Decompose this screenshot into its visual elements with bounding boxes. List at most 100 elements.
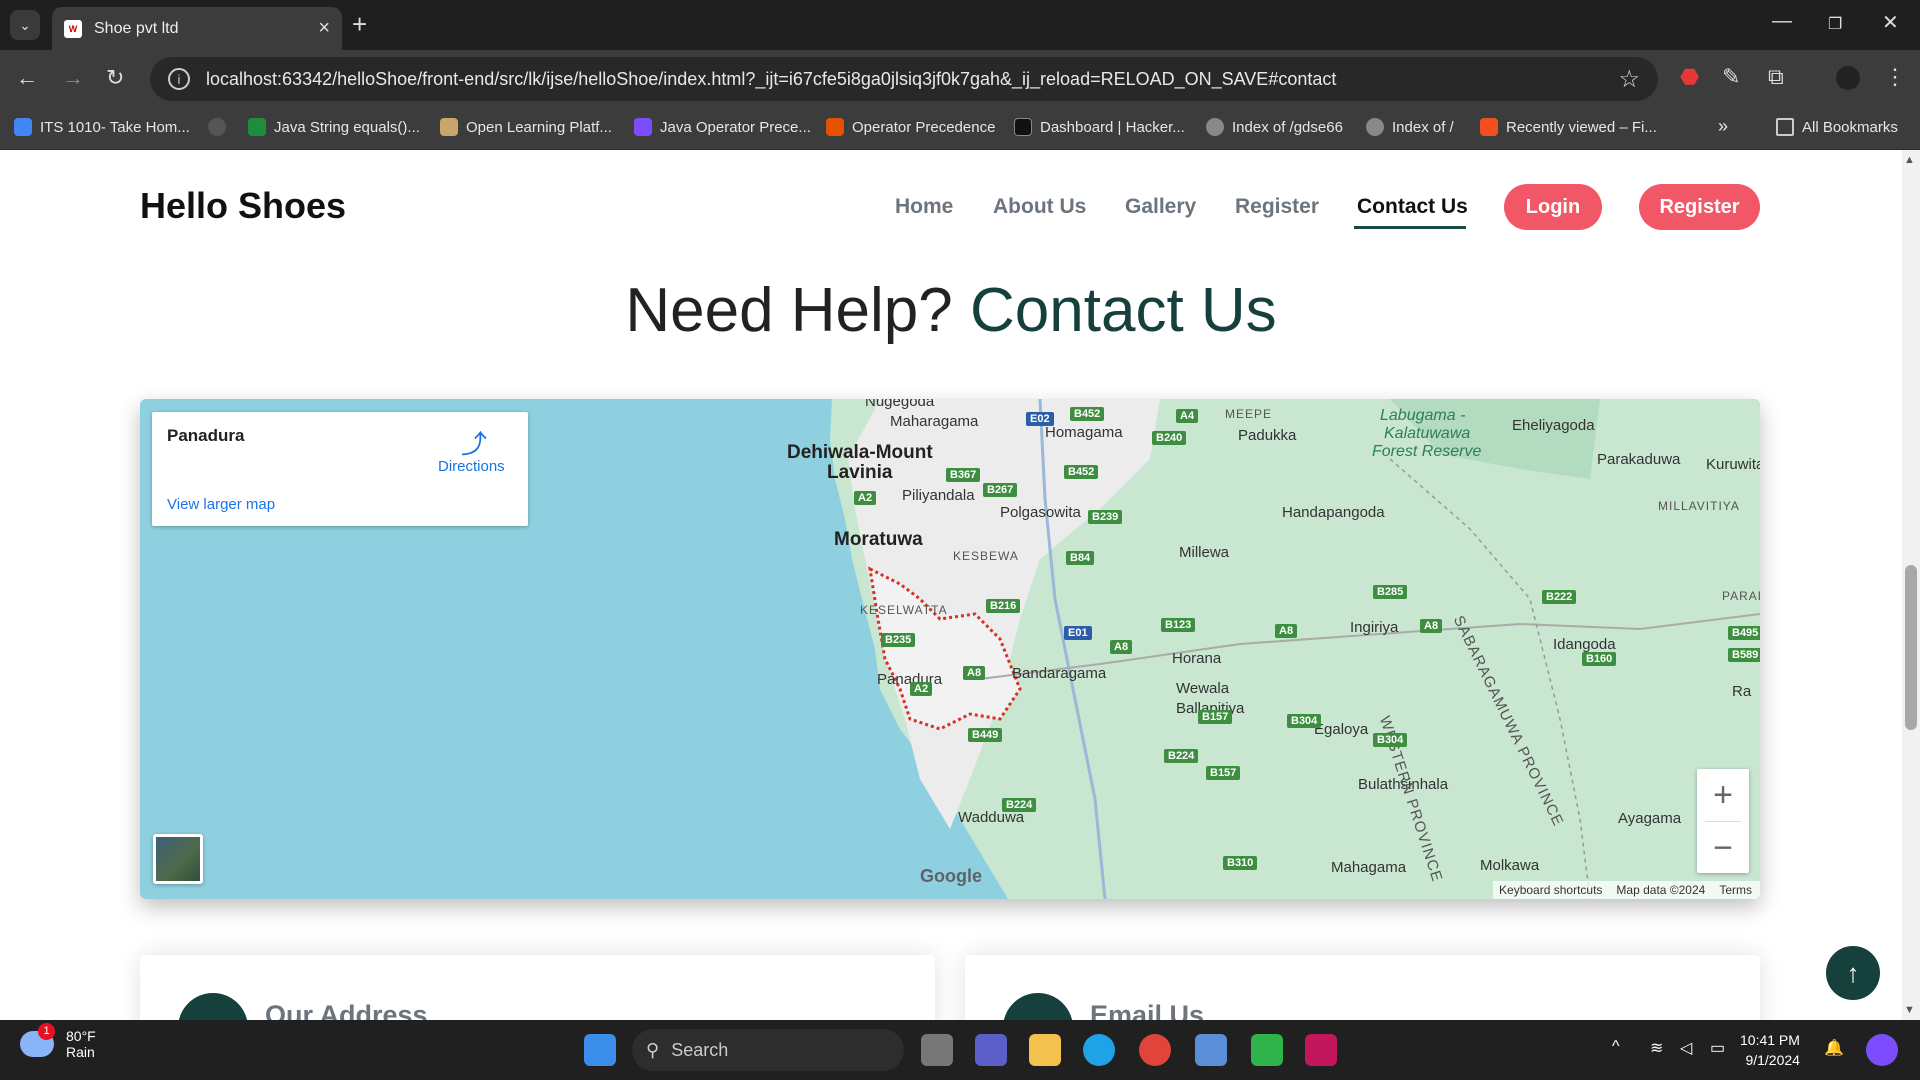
volume-icon[interactable]: ◁	[1680, 1038, 1712, 1070]
nav-register[interactable]: Register	[1235, 195, 1319, 219]
map-label: Handapangoda	[1282, 504, 1385, 521]
app-grid-icon[interactable]	[1251, 1034, 1283, 1066]
tab-search-button[interactable]: ⌄	[10, 10, 40, 40]
heading-accent: Contact Us	[970, 276, 1277, 345]
weather-temp: 80°F	[66, 1028, 96, 1044]
clock-date: 9/1/2024	[1745, 1052, 1800, 1068]
extension-icon[interactable]: ⬣	[1680, 64, 1699, 90]
nav-gallery[interactable]: Gallery	[1125, 195, 1196, 219]
zoom-out-button[interactable]: −	[1697, 822, 1749, 874]
minimize-icon[interactable]: —	[1772, 10, 1792, 33]
taskbar-search-label: Search	[671, 1039, 729, 1060]
eyedropper-icon[interactable]: ✎	[1722, 64, 1740, 90]
back-to-top-button[interactable]: ↑	[1826, 946, 1880, 1000]
address-bar[interactable]: i localhost:63342/helloShoe/front-end/sr…	[150, 57, 1658, 101]
email-card: Email Us	[965, 955, 1760, 1020]
bookmark-item[interactable]: Java Operator Prece...	[634, 118, 811, 136]
file-explorer-icon[interactable]	[1029, 1034, 1061, 1066]
map-place-card: Panadura ⤴ Directions View larger map	[152, 412, 528, 526]
map-zoom-control: + −	[1697, 769, 1749, 873]
menu-kebab-icon[interactable]: ⋮	[1884, 64, 1906, 90]
road-shield: B84	[1066, 551, 1095, 565]
road-shield: B160	[1582, 652, 1617, 666]
scrollbar-thumb[interactable]	[1905, 565, 1917, 730]
road-shield: B240	[1152, 431, 1187, 445]
tab-close-icon[interactable]: ×	[318, 17, 330, 40]
map-label: Ra	[1732, 683, 1752, 700]
view-larger-map-link[interactable]: View larger map	[167, 496, 275, 513]
edge-icon[interactable]	[1083, 1034, 1115, 1066]
bookmark-item[interactable]: Java String equals()...	[248, 118, 420, 136]
satellite-toggle-thumbnail[interactable]	[153, 834, 203, 884]
all-bookmarks-folder[interactable]: All Bookmarks	[1776, 118, 1898, 136]
extensions-puzzle-icon[interactable]: ⧉	[1768, 64, 1784, 90]
google-map-embed[interactable]: Nugegoda Maharagama Homagama MEEPE Paduk…	[140, 399, 1760, 899]
site-brand[interactable]: Hello Shoes	[140, 185, 346, 227]
scroll-down-arrow-icon[interactable]: ▼	[1904, 1004, 1915, 1016]
teams-icon[interactable]	[975, 1034, 1007, 1066]
show-hidden-icons-chevron[interactable]: ^	[1612, 1038, 1644, 1070]
map-label: Eheliyagoda	[1512, 417, 1595, 434]
road-shield: B224	[1164, 749, 1199, 763]
github-bookmark-icon[interactable]	[208, 118, 234, 136]
more-bookmarks-icon[interactable]: »	[1718, 116, 1728, 137]
login-button[interactable]: Login	[1504, 184, 1602, 230]
windows-start-icon[interactable]	[584, 1034, 616, 1066]
road-shield: A8	[1420, 619, 1443, 633]
road-shield: A8	[1110, 640, 1133, 654]
restore-icon[interactable]: ❐	[1828, 14, 1842, 34]
zoom-in-button[interactable]: +	[1697, 769, 1749, 821]
bookmark-item[interactable]: Operator Precedence	[826, 118, 995, 136]
photos-icon[interactable]	[1195, 1034, 1227, 1066]
nav-contact-us[interactable]: Contact Us	[1357, 195, 1468, 219]
profile-avatar[interactable]	[1836, 66, 1860, 90]
directions-icon[interactable]: ⤴	[459, 424, 489, 459]
map-label: KESBEWA	[953, 549, 1019, 563]
copilot-icon[interactable]	[1866, 1034, 1898, 1066]
road-shield: B222	[1542, 590, 1577, 604]
bookmarks-bar: ITS 1010- Take Hom... Java String equals…	[0, 108, 1920, 150]
scroll-up-arrow-icon[interactable]: ▲	[1904, 154, 1915, 166]
bookmark-item[interactable]: Recently viewed – Fi...	[1480, 118, 1657, 136]
map-label: Lavinia	[827, 462, 893, 483]
map-label: Nugegoda	[865, 399, 935, 410]
url-text: localhost:63342/helloShoe/front-end/src/…	[206, 68, 1337, 89]
bookmark-item[interactable]: Dashboard | Hacker...	[1014, 118, 1185, 136]
nav-about-us[interactable]: About Us	[993, 195, 1086, 219]
bookmark-item[interactable]: Index of /gdse66	[1206, 118, 1343, 136]
intellij-icon[interactable]	[1305, 1034, 1337, 1066]
map-label: Mahagama	[1331, 859, 1407, 876]
map-label: Parakaduwa	[1597, 451, 1681, 468]
directions-link[interactable]: Directions	[438, 458, 505, 475]
system-clock[interactable]: 10:41 PM 9/1/2024	[1740, 1030, 1800, 1070]
weather-widget[interactable]: 1 80°F Rain	[20, 1023, 96, 1060]
road-shield: B310	[1223, 856, 1258, 870]
map-label: Moratuwa	[834, 529, 923, 550]
wifi-icon[interactable]: ≋	[1650, 1038, 1682, 1070]
register-button[interactable]: Register	[1639, 184, 1760, 230]
bookmark-item[interactable]: Open Learning Platf...	[440, 118, 612, 136]
taskbar-search[interactable]: ⚲ Search	[632, 1029, 904, 1071]
bookmark-item[interactable]: Index of /	[1366, 118, 1454, 136]
reload-icon[interactable]: ↻	[106, 64, 124, 92]
map-label: Wewala	[1176, 680, 1230, 697]
road-shield: B157	[1206, 766, 1241, 780]
terms-link[interactable]: Terms	[1719, 883, 1752, 897]
keyboard-shortcuts-link[interactable]: Keyboard shortcuts	[1499, 883, 1602, 897]
map-label: Millewa	[1179, 544, 1230, 561]
close-window-icon[interactable]: ✕	[1882, 10, 1899, 35]
road-shield: B123	[1161, 618, 1196, 632]
chrome-icon[interactable]	[1139, 1034, 1171, 1066]
bookmark-star-icon[interactable]: ☆	[1618, 65, 1640, 94]
nav-home[interactable]: Home	[895, 195, 953, 219]
map-label: MEEPE	[1225, 407, 1273, 421]
bookmark-item[interactable]: ITS 1010- Take Hom...	[14, 118, 190, 136]
new-tab-button[interactable]: +	[352, 10, 367, 38]
back-icon[interactable]: ←	[16, 64, 38, 92]
forward-icon[interactable]: →	[62, 64, 84, 92]
task-view-icon[interactable]	[921, 1034, 953, 1066]
notification-bell-icon[interactable]: 🔔	[1824, 1038, 1856, 1070]
battery-icon[interactable]: ▭	[1710, 1038, 1742, 1070]
site-info-icon[interactable]: i	[168, 68, 190, 90]
browser-tab[interactable]: W Shoe pvt ltd ×	[52, 7, 342, 50]
